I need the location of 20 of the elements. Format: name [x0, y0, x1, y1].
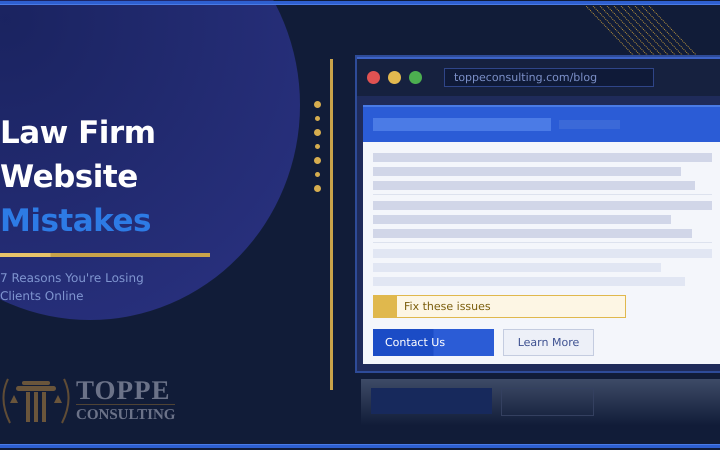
window-control-dot[interactable] [409, 71, 422, 84]
headline: Law Firm [0, 114, 156, 153]
accent-dot [314, 101, 320, 108]
notice-text: Fix these issues [404, 300, 491, 313]
page-button[interactable]: Contact Us [373, 329, 494, 356]
subtitle: 7 Reasons You're Losing Clients Online [0, 270, 145, 305]
logo-name: TOPPE [76, 376, 176, 404]
accent-dot [314, 172, 320, 177]
address-bar[interactable]: toppeconsulting.com/blog [444, 68, 654, 87]
accent-dot [314, 144, 320, 149]
page-button[interactable]: Learn More [503, 329, 594, 356]
window-control-dot[interactable] [367, 71, 380, 84]
headline: Website [0, 158, 139, 197]
accent-dot [314, 157, 320, 164]
window-control-dot[interactable] [388, 71, 401, 84]
logo-tagline: CONSULTING [76, 406, 176, 424]
accent-dot [314, 116, 320, 121]
accent-dot [314, 129, 320, 136]
headline: Mistakes [0, 202, 152, 241]
accent-dot [314, 185, 320, 192]
